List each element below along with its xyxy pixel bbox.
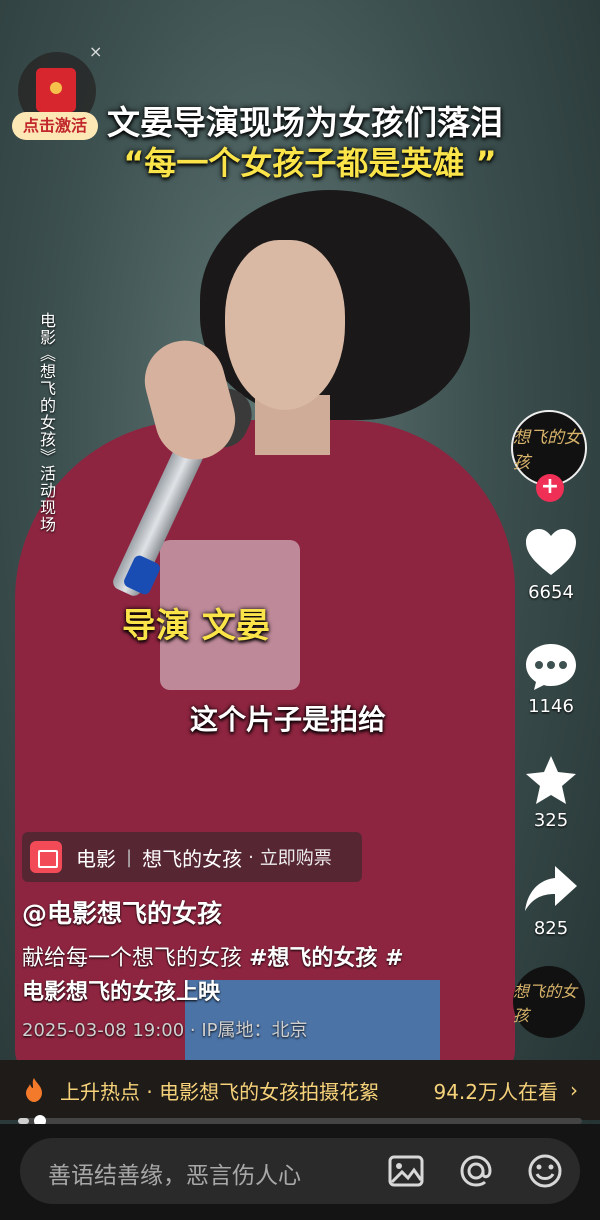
star-icon	[526, 756, 576, 804]
subtitle-caption: 这个片子是拍给	[190, 703, 387, 736]
like-count: 6654	[528, 582, 574, 603]
ticket-icon	[30, 841, 62, 873]
video-description: 献给每一个想飞的女孩 #想飞的女孩 # 电影想飞的女孩上映	[22, 942, 462, 1010]
anchor-separator: |	[126, 846, 133, 868]
hashtag-link-2[interactable]: 电影想飞的女孩上映	[22, 980, 220, 1005]
red-packet-icon	[36, 68, 76, 112]
video-title-line2: “每一个女孩子都是英雄 ”	[123, 144, 497, 182]
author-name[interactable]: @电影想飞的女孩	[22, 894, 222, 930]
movie-anchor-link[interactable]: 电影 | 想飞的女孩 · 立即购票	[22, 832, 362, 882]
activate-button[interactable]: 点击激活	[12, 112, 98, 140]
hashtag-link[interactable]: #想飞的女孩 #	[249, 946, 404, 971]
flame-icon	[26, 1078, 42, 1102]
comment-icon	[526, 644, 576, 690]
share-count: 825	[533, 918, 569, 939]
share-icon	[525, 866, 577, 911]
buy-ticket-label: 立即购票	[259, 848, 332, 869]
close-icon[interactable]: ×	[89, 42, 102, 61]
anchor-dot: ·	[248, 846, 254, 868]
post-meta: 2025-03-08 19:00 · IP属地：北京	[22, 1020, 308, 1041]
comment-button[interactable]: 1146	[515, 642, 587, 717]
music-disc[interactable]: 想飞的女孩	[513, 966, 585, 1038]
side-caption: 电影《想飞的女孩》活动现场	[37, 312, 56, 533]
anchor-category: 电影	[76, 846, 116, 871]
director-caption: 导演 文晏	[122, 606, 270, 646]
trending-bar[interactable]: 上升热点 · 电影想飞的女孩拍摄花絮 94.2万人在看 ›	[0, 1060, 600, 1120]
heart-icon	[526, 529, 576, 575]
emoji-icon[interactable]	[526, 1152, 564, 1190]
like-button[interactable]: 6654	[515, 528, 587, 603]
share-button[interactable]: 825	[515, 864, 587, 939]
trending-text: 上升热点 · 电影想飞的女孩拍摄花絮	[60, 1079, 380, 1104]
image-icon[interactable]	[387, 1152, 425, 1190]
favorite-count: 325	[533, 810, 569, 831]
at-icon[interactable]	[457, 1152, 495, 1190]
chevron-right-icon: ›	[570, 1078, 578, 1102]
viewer-count: 94.2万人在看	[433, 1079, 558, 1104]
favorite-button[interactable]: 325	[515, 754, 587, 831]
comment-count: 1146	[528, 696, 574, 717]
comment-placeholder: 善语结善缘，恶言伤人心	[48, 1163, 301, 1189]
video-player[interactable]: 文晏导演现场为女孩们落泪 “每一个女孩子都是英雄 ” × 点击激活 电影《想飞的…	[0, 0, 600, 1220]
video-frame-face	[225, 240, 345, 410]
anchor-title: 想飞的女孩	[142, 846, 243, 871]
description-text: 献给每一个想飞的女孩	[22, 946, 249, 971]
follow-button[interactable]: +	[536, 474, 564, 502]
